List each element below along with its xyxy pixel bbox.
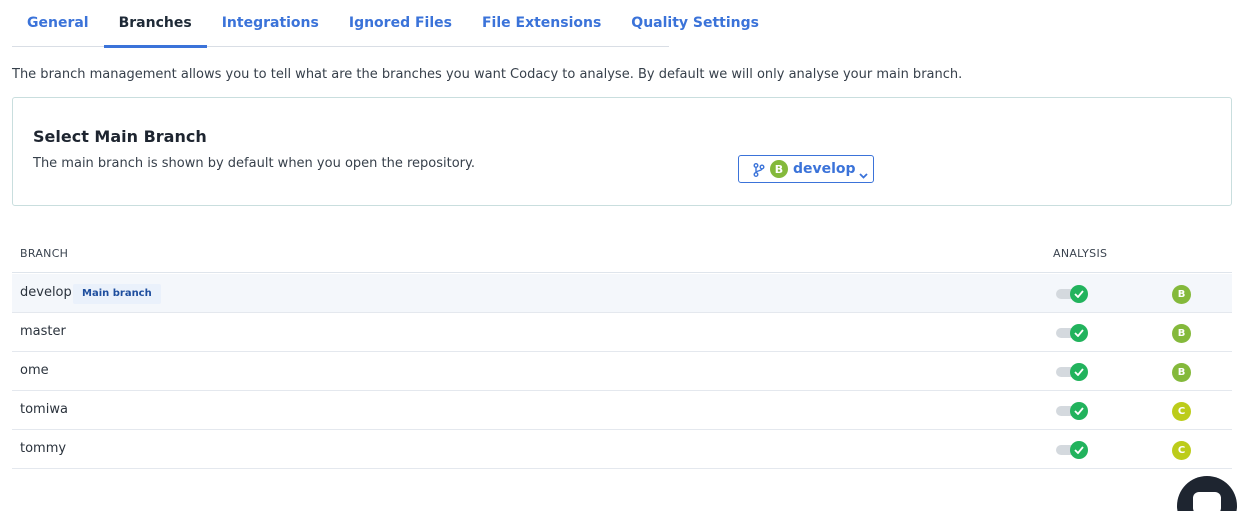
table-row: master B: [12, 313, 1232, 352]
tab-branches[interactable]: Branches: [103, 0, 207, 48]
table-row: tomiwa C: [12, 391, 1232, 430]
main-branch-badge: Main branch: [73, 284, 161, 304]
settings-tabs: General Branches Integrations Ignored Fi…: [12, 0, 759, 48]
analysis-toggle[interactable]: [1056, 285, 1088, 303]
analysis-toggle[interactable]: [1056, 441, 1088, 459]
tab-general[interactable]: General: [12, 0, 104, 47]
header-branch: BRANCH: [20, 247, 69, 260]
tab-quality-settings[interactable]: Quality Settings: [616, 0, 774, 47]
chat-icon: [1193, 492, 1221, 511]
check-icon: [1070, 441, 1088, 459]
grade-badge: C: [1172, 402, 1191, 421]
analysis-toggle[interactable]: [1056, 324, 1088, 342]
table-row: tommy C: [12, 430, 1232, 469]
branch-name: tommy: [20, 441, 67, 456]
check-icon: [1070, 363, 1088, 381]
check-icon: [1070, 324, 1088, 342]
analysis-toggle[interactable]: [1056, 363, 1088, 381]
tab-ignored-files[interactable]: Ignored Files: [334, 0, 467, 47]
branch-name: ome: [20, 363, 49, 378]
git-branch-icon: [753, 162, 765, 177]
card-description: The main branch is shown by default when…: [33, 156, 475, 171]
table-row: ome B: [12, 352, 1232, 391]
check-icon: [1070, 285, 1088, 303]
chevron-down-icon: [858, 165, 868, 179]
branch-name: develop: [20, 285, 72, 300]
table-row: develop Main branch B: [12, 274, 1232, 313]
main-branch-select[interactable]: B develop: [738, 155, 874, 183]
main-branch-card: Select Main Branch The main branch is sh…: [12, 97, 1232, 206]
grade-badge: C: [1172, 441, 1191, 460]
grade-badge: B: [1172, 285, 1191, 304]
check-icon: [1070, 402, 1088, 420]
card-title: Select Main Branch: [33, 127, 207, 146]
grade-badge: B: [770, 160, 788, 178]
analysis-toggle[interactable]: [1056, 402, 1088, 420]
chat-button[interactable]: [1177, 476, 1237, 511]
grade-badge: B: [1172, 324, 1191, 343]
branch-name: master: [20, 324, 66, 339]
header-grade: GRADE: [1151, 255, 1192, 266]
intro-text: The branch management allows you to tell…: [12, 67, 963, 82]
selected-branch-label: develop: [793, 161, 856, 177]
branch-name: tomiwa: [20, 402, 68, 417]
branches-table-header: BRANCH ANALYSIS GRADE: [12, 240, 1232, 273]
grade-badge: B: [1172, 363, 1191, 382]
tab-integrations[interactable]: Integrations: [207, 0, 334, 47]
header-analysis: ANALYSIS: [1053, 247, 1108, 260]
tab-file-extensions[interactable]: File Extensions: [467, 0, 616, 47]
